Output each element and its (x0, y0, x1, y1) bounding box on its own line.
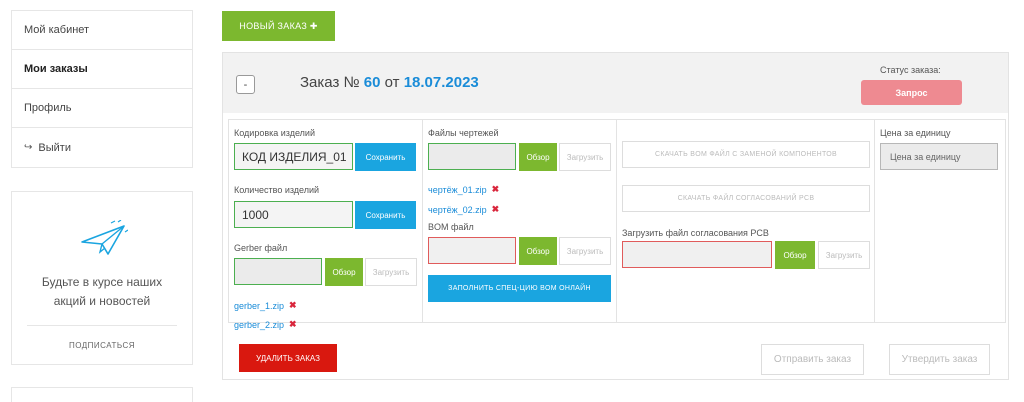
bom-browse-button[interactable]: Обзор (519, 237, 557, 265)
sidebar-item-label: Мой кабинет (24, 24, 90, 36)
column-divider (616, 119, 617, 323)
pcb-upload-label: Загрузить файл согласования PCB (622, 228, 769, 238)
quantity-label: Количество изделий (234, 185, 320, 195)
file-link[interactable]: чертёж_01.zip ✖ (428, 184, 499, 195)
divider (27, 325, 177, 326)
drawings-file-input[interactable] (428, 143, 516, 170)
save-encoding-button[interactable]: Сохранить (355, 143, 416, 171)
unit-price-label: Цена за единицу (880, 128, 951, 138)
remove-file-icon[interactable]: ✖ (492, 184, 500, 195)
order-date: 18.07.2023 (403, 74, 479, 91)
sidebar-item-logout[interactable]: ↪ Выйти (12, 128, 192, 167)
subscribe-link[interactable]: ПОДПИСАТЬСЯ (12, 341, 192, 350)
encoding-input[interactable]: КОД ИЗДЕЛИЯ_01 (234, 143, 353, 170)
pcb-browse-button[interactable]: Обзор (775, 241, 815, 269)
sidebar-menu: Мой кабинет Мои заказы Профиль ↪ Выйти (11, 10, 193, 168)
gerber-label: Gerber файл (234, 243, 288, 253)
status-badge: Запрос (861, 80, 962, 105)
remove-file-icon[interactable]: ✖ (289, 300, 297, 311)
sidebar-item-orders[interactable]: Мои заказы (12, 50, 192, 89)
save-quantity-button[interactable]: Сохранить (355, 201, 416, 229)
pcb-upload-button[interactable]: Загрузить (818, 241, 870, 269)
order-header: - Заказ № 60 от 18.07.2023 Статус заказа… (223, 53, 1008, 113)
gerber-upload-button[interactable]: Загрузить (365, 258, 417, 286)
delete-order-button[interactable]: УДАЛИТЬ ЗАКАЗ (239, 344, 337, 372)
file-name[interactable]: чертёж_01.zip (428, 185, 487, 195)
logout-icon: ↪ (24, 142, 33, 153)
subscribe-box: Будьте в курсе наших акций и новостей ПО… (11, 191, 193, 365)
bom-upload-button[interactable]: Загрузить (559, 237, 611, 265)
file-name[interactable]: gerber_2.zip (234, 320, 284, 330)
remove-file-icon[interactable]: ✖ (492, 204, 500, 215)
unit-price-input[interactable]: Цена за единицу (880, 143, 998, 170)
approve-order-button[interactable]: Утвердить заказ (889, 344, 990, 375)
sidebar-item-label: Профиль (24, 102, 72, 114)
column-divider (422, 119, 423, 323)
order-number: 60 (363, 74, 381, 91)
remove-file-icon[interactable]: ✖ (289, 319, 297, 330)
file-link[interactable]: gerber_1.zip ✖ (234, 300, 297, 311)
file-name[interactable]: чертёж_02.zip (428, 205, 487, 215)
sidebar-bottom-box (11, 387, 193, 402)
file-link[interactable]: чертёж_02.zip ✖ (428, 204, 499, 215)
encoding-label: Кодировка изделий (234, 128, 315, 138)
drawings-upload-button[interactable]: Загрузить (559, 143, 611, 171)
order-card: - Заказ № 60 от 18.07.2023 Статус заказа… (222, 52, 1009, 380)
paper-plane-icon (81, 220, 128, 255)
fill-bom-online-button[interactable]: ЗАПОЛНИТЬ СПЕЦ-ЦИЮ BOM ОНЛАЙН (428, 275, 611, 302)
bom-file-input[interactable] (428, 237, 516, 264)
gerber-browse-button[interactable]: Обзор (325, 258, 363, 286)
download-bom-button[interactable]: СКАЧАТЬ BOM ФАЙЛ С ЗАМЕНОЙ КОМПОНЕНТОВ (622, 141, 870, 168)
drawings-label: Файлы чертежей (428, 128, 499, 138)
sidebar-item-cabinet[interactable]: Мой кабинет (12, 11, 192, 50)
pcb-file-input[interactable] (622, 241, 772, 268)
download-pcb-button[interactable]: СКАЧАТЬ ФАЙЛ СОГЛАСОВАНИЙ PCB (622, 185, 870, 212)
quantity-input[interactable]: 1000 (234, 201, 353, 228)
order-title: Заказ № 60 от 18.07.2023 (300, 74, 479, 91)
file-link[interactable]: gerber_2.zip ✖ (234, 319, 297, 330)
status-label: Статус заказа: (880, 65, 941, 75)
sidebar-item-label: Выйти (38, 141, 71, 154)
drawings-browse-button[interactable]: Обзор (519, 143, 557, 171)
send-order-button[interactable]: Отправить заказ (761, 344, 864, 375)
subscribe-text: Будьте в курсе наших акций и новостей (41, 275, 163, 308)
sidebar-item-label: Мои заказы (24, 63, 88, 75)
collapse-button[interactable]: - (236, 75, 255, 94)
bom-label: BOM файл (428, 222, 474, 232)
file-name[interactable]: gerber_1.zip (234, 301, 284, 311)
sidebar-item-profile[interactable]: Профиль (12, 89, 192, 128)
order-date-prefix: от (384, 74, 400, 91)
order-title-prefix: Заказ № (300, 74, 360, 91)
new-order-button[interactable]: НОВЫЙ ЗАКАЗ ✚ (222, 11, 335, 41)
column-divider (874, 119, 875, 323)
gerber-file-input[interactable] (234, 258, 322, 285)
